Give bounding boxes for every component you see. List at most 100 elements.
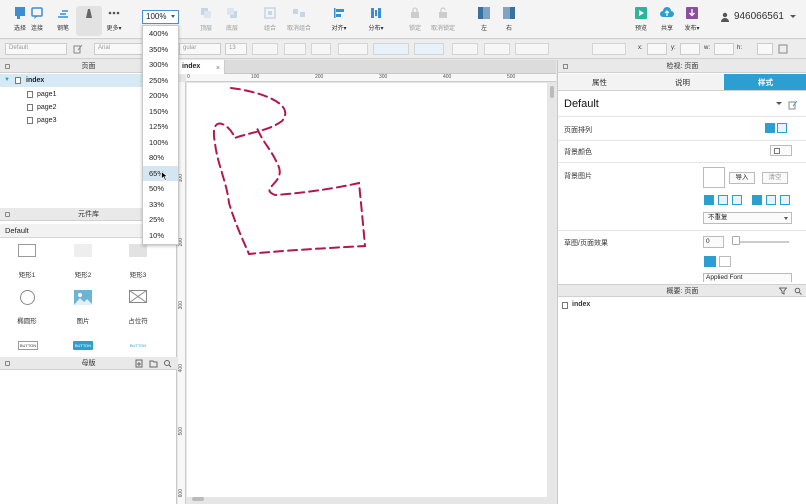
search-icon[interactable] [794, 287, 802, 295]
horizontal-scrollbar[interactable] [192, 497, 204, 501]
sketch-slider-thumb[interactable] [732, 236, 740, 245]
zoom-option-10[interactable]: 10% [143, 228, 178, 244]
zoom-option-400[interactable]: 400% [143, 26, 178, 42]
preview-button[interactable]: 预览 [628, 6, 654, 36]
more-button[interactable]: 更多▾ [101, 6, 127, 36]
h-input[interactable] [757, 43, 773, 55]
widget-image[interactable]: 图片 [63, 290, 103, 326]
zoom-select[interactable]: 100% [142, 10, 179, 24]
w-input[interactable] [714, 43, 734, 55]
expand-arrow-icon[interactable]: ▼ [4, 74, 10, 87]
unlock-button[interactable]: 取消锁定 [430, 6, 456, 36]
design-page[interactable] [187, 83, 547, 497]
image-align-right[interactable] [732, 195, 742, 205]
outline-item-index[interactable]: index [558, 300, 806, 312]
add-master-icon[interactable] [135, 359, 144, 368]
text-color-group[interactable] [284, 43, 306, 55]
zoom-option-50[interactable]: 50% [143, 181, 178, 197]
lock-button[interactable]: 锁定 [402, 6, 428, 36]
bring-to-front-button[interactable]: 顶层 [193, 6, 219, 36]
share-button[interactable]: 共享 [654, 6, 680, 36]
tab-notes[interactable]: 说明 [641, 74, 724, 90]
style-name[interactable]: Default [564, 98, 599, 110]
group-button[interactable]: 组合 [257, 6, 283, 36]
tab-index[interactable]: index × [178, 60, 225, 74]
pen-drawing[interactable] [187, 83, 547, 497]
font-size-select[interactable]: 13 [225, 43, 247, 55]
clear-button[interactable]: 清空 [762, 172, 788, 184]
draw-button[interactable]: 钢笔 [76, 6, 102, 36]
zoom-option-125[interactable]: 125% [143, 119, 178, 135]
image-valign-top[interactable] [752, 195, 762, 205]
v-align-group[interactable] [373, 43, 409, 55]
bg-color-picker[interactable] [770, 145, 792, 156]
connect-button[interactable]: 连接 [24, 6, 50, 36]
zoom-option-150[interactable]: 150% [143, 104, 178, 120]
hide-icon[interactable] [778, 44, 788, 54]
ungroup-button[interactable]: 取消组合 [286, 6, 312, 36]
sketch-input[interactable]: 0 [703, 236, 724, 248]
user-menu[interactable]: 946066561 [720, 11, 796, 22]
widget-button[interactable]: BUTTON [18, 341, 38, 350]
tab-style[interactable]: 样式 [724, 74, 806, 90]
search-icon[interactable] [163, 359, 172, 368]
text-style-group[interactable] [252, 43, 278, 55]
image-valign-middle[interactable] [766, 195, 776, 205]
add-folder-icon[interactable] [149, 359, 158, 368]
tab-properties[interactable]: 属性 [558, 74, 641, 90]
sketch-slider-track[interactable] [734, 241, 789, 243]
widget-link-button[interactable]: BUTTON [128, 341, 148, 350]
border-group[interactable] [484, 43, 510, 55]
pin-icon[interactable] [563, 64, 568, 69]
vertical-scrollbar[interactable] [550, 86, 554, 98]
zoom-option-33[interactable]: 33% [143, 197, 178, 213]
zoom-option-250[interactable]: 250% [143, 73, 178, 89]
image-align-center[interactable] [718, 195, 728, 205]
pin-icon[interactable] [5, 212, 10, 217]
right-button[interactable]: 右 [496, 6, 522, 36]
widget-rect1[interactable]: 矩形1 [7, 244, 47, 280]
opacity-group[interactable] [592, 43, 626, 55]
filter-icon[interactable] [779, 287, 787, 295]
fill-group[interactable] [452, 43, 478, 55]
bg-image-preview[interactable] [703, 167, 725, 188]
h-align-group[interactable] [338, 43, 368, 55]
font-weight-select[interactable]: gular [179, 43, 221, 55]
font-select[interactable]: Applied Font [703, 273, 792, 282]
x-input[interactable] [647, 43, 667, 55]
pin-icon[interactable] [5, 361, 10, 366]
align-button[interactable]: 对齐▾ [326, 6, 352, 36]
style-edit-icon[interactable] [73, 44, 83, 54]
widget-ellipse[interactable]: 椭圆形 [7, 290, 47, 326]
zoom-option-200[interactable]: 200% [143, 88, 178, 104]
widget-rect2[interactable]: 矩形2 [63, 244, 103, 280]
zoom-option-25[interactable]: 25% [143, 212, 178, 228]
align-center-option[interactable] [777, 123, 787, 133]
sketch-gray-icon[interactable] [719, 256, 731, 267]
send-to-back-button[interactable]: 底层 [219, 6, 245, 36]
style-select[interactable]: Default [5, 43, 67, 55]
widget-placeholder[interactable]: 占位符 [118, 290, 158, 326]
pin-icon[interactable] [5, 64, 10, 69]
repeat-select[interactable]: 不重复 [703, 212, 792, 224]
sketch-color-icon[interactable] [704, 256, 716, 267]
zoom-option-100[interactable]: 100% [143, 135, 178, 151]
image-valign-bottom[interactable] [780, 195, 790, 205]
zoom-option-300[interactable]: 300% [143, 57, 178, 73]
font-family-select[interactable]: Arial [94, 43, 146, 55]
shadow-group[interactable] [515, 43, 549, 55]
import-button[interactable]: 导入 [729, 172, 755, 184]
drawn-dashed-path[interactable] [212, 87, 367, 256]
distribute-button[interactable]: 分布▾ [363, 6, 389, 36]
publish-button[interactable]: 发布▾ [679, 6, 705, 36]
widget-primary-button[interactable]: BUTTON [73, 341, 93, 350]
y-input[interactable] [680, 43, 700, 55]
edit-style-icon[interactable] [788, 100, 798, 110]
align-left-option[interactable] [765, 123, 775, 133]
zoom-option-80[interactable]: 80% [143, 150, 178, 166]
list-group[interactable] [311, 43, 331, 55]
padding-group[interactable] [414, 43, 444, 55]
chevron-down-icon[interactable] [776, 102, 782, 105]
widget-rect3[interactable]: 矩形3 [118, 244, 158, 280]
left-button[interactable]: 左 [471, 6, 497, 36]
